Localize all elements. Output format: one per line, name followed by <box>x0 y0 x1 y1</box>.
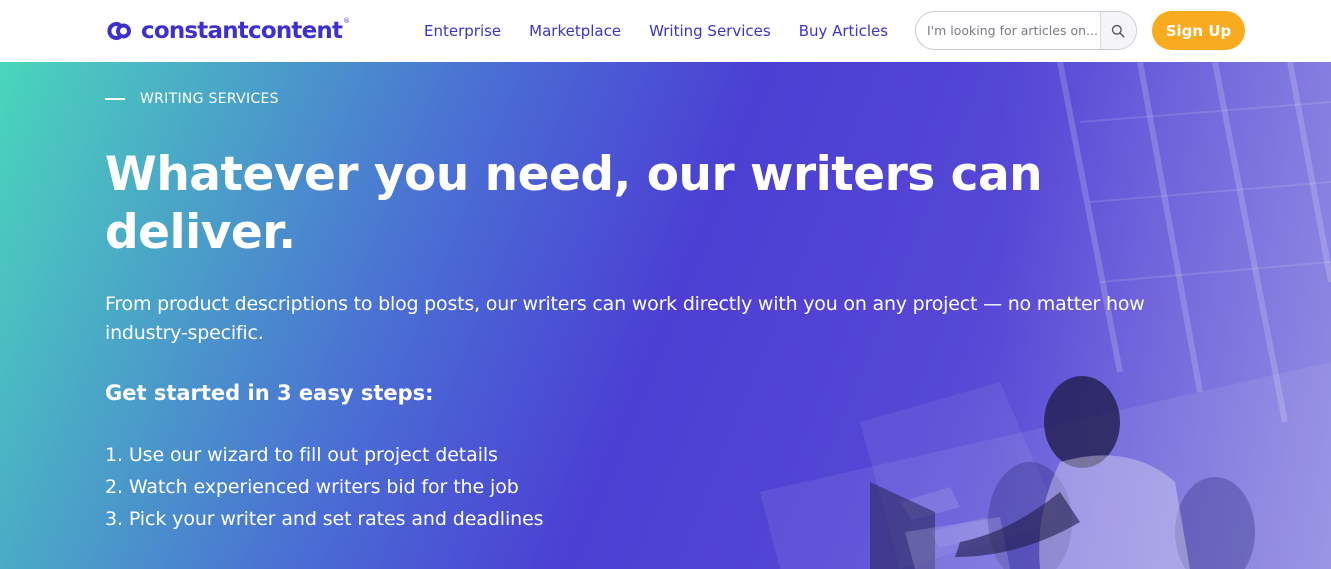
nav-link-writing-services[interactable]: Writing Services <box>649 22 771 40</box>
search-button[interactable] <box>1099 12 1136 49</box>
logo[interactable]: constantcontent ® <box>105 16 350 46</box>
page: constantcontent ® Enterprise Marketplace… <box>0 0 1331 569</box>
hero-headline: Whatever you need, our writers can deliv… <box>105 147 1043 260</box>
steps-list: 1. Use our wizard to fill out project de… <box>105 439 544 535</box>
logo-registered-mark: ® <box>343 17 351 25</box>
search-box <box>915 11 1137 50</box>
search-input[interactable] <box>916 12 1100 49</box>
step-item-1: 1. Use our wizard to fill out project de… <box>105 444 498 466</box>
nav-link-marketplace[interactable]: Marketplace <box>529 22 621 40</box>
hero-intro: From product descriptions to blog posts,… <box>105 293 1145 344</box>
search-icon <box>1112 24 1125 38</box>
logo-text: constantcontent <box>141 18 343 44</box>
sign-up-button[interactable]: Sign Up <box>1152 11 1245 50</box>
steps-title: Get started in 3 easy steps: <box>105 381 434 405</box>
nav-link-enterprise[interactable]: Enterprise <box>424 22 501 40</box>
step-item-3: 3. Pick your writer and set rates and de… <box>105 508 544 530</box>
main-nav: Enterprise Marketplace Writing Services … <box>424 0 916 62</box>
eyebrow: WRITING SERVICES <box>105 91 279 107</box>
nav-link-buy-articles[interactable]: Buy Articles <box>799 22 888 40</box>
site-header: constantcontent ® Enterprise Marketplace… <box>0 0 1331 62</box>
hero-section: WRITING SERVICES Whatever you need, our … <box>0 62 1331 569</box>
logo-mark-icon <box>107 22 132 40</box>
eyebrow-divider <box>105 98 125 100</box>
step-item-2: 2. Watch experienced writers bid for the… <box>105 476 519 498</box>
eyebrow-label: WRITING SERVICES <box>140 91 279 107</box>
